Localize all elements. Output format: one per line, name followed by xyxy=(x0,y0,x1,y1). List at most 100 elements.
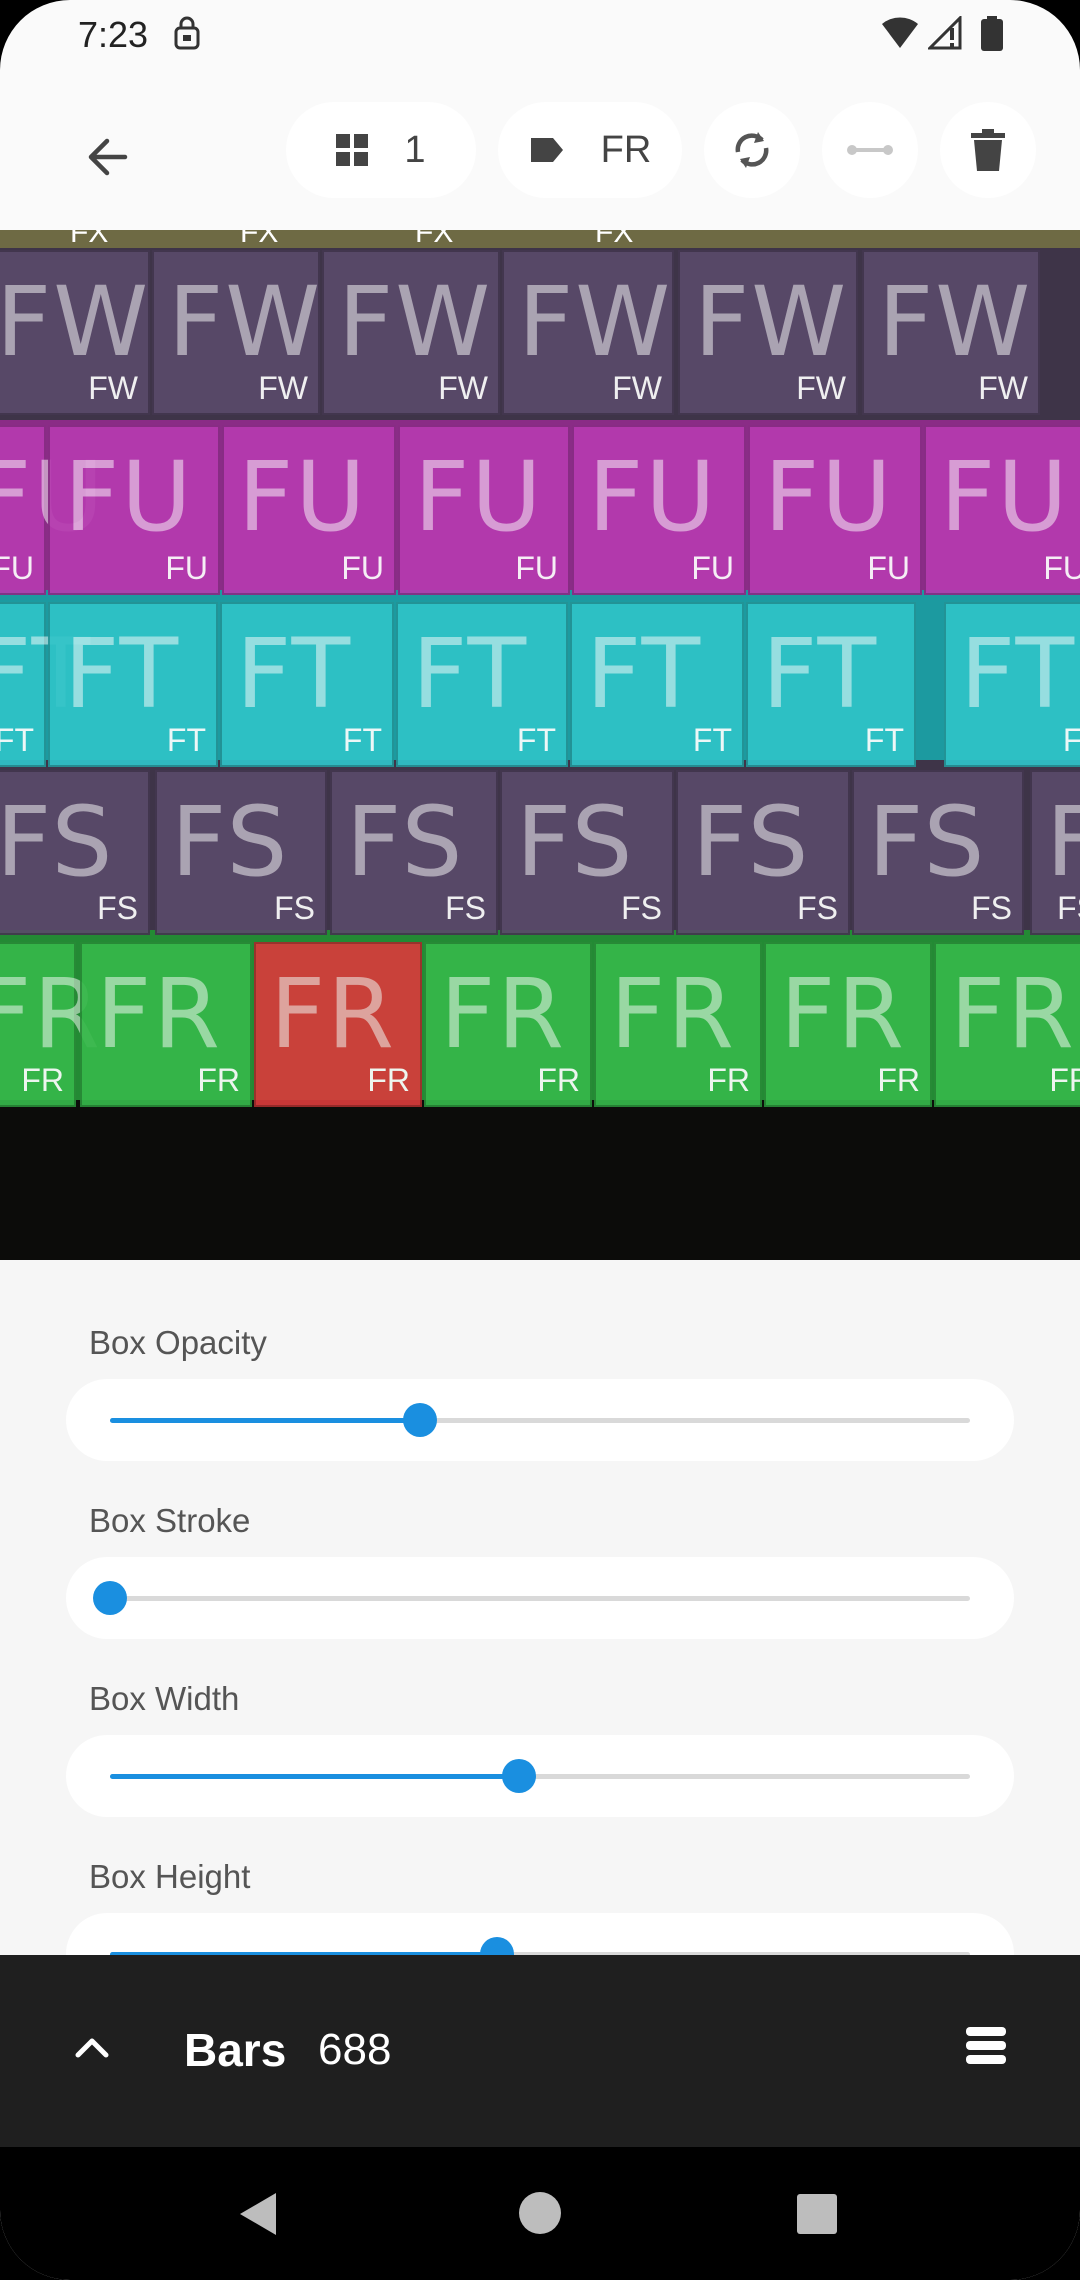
expand-button[interactable] xyxy=(70,2025,114,2069)
chalk-marking: FU xyxy=(588,441,718,553)
box-width-label: Box Width xyxy=(89,1680,240,1717)
back-button[interactable] xyxy=(72,122,142,192)
box-height-label: Box Height xyxy=(89,1858,251,1895)
detection-box[interactable]: FSFS xyxy=(852,770,1024,935)
bottom-sheet-bar: Bars 688 xyxy=(0,1955,1080,2147)
box-class-label: FT xyxy=(342,722,382,758)
delete-button[interactable] xyxy=(940,102,1036,198)
detection-box[interactable]: FSFS xyxy=(500,770,674,935)
detection-box[interactable]: FUFU xyxy=(398,425,570,595)
chalk-marking: FW xyxy=(694,266,849,378)
box-opacity-label: Box Opacity xyxy=(89,1324,267,1361)
tag-label: FR xyxy=(600,128,652,171)
detection-box[interactable]: FW FW xyxy=(678,250,858,415)
grid-count-button[interactable]: 1 xyxy=(286,102,476,198)
tag-label-button[interactable]: FR xyxy=(498,102,682,198)
detection-box[interactable]: FSFS xyxy=(676,770,850,935)
floor-shadow xyxy=(0,1100,1080,1260)
detection-box[interactable]: FRFR xyxy=(594,942,762,1107)
detection-box[interactable]: FTFT xyxy=(0,602,90,767)
chalk-marking: FR xyxy=(440,958,566,1070)
detection-box[interactable]: FTFT xyxy=(746,602,916,767)
chalk-marking: FS xyxy=(868,786,987,898)
detection-box[interactable]: FRFR xyxy=(934,942,1080,1107)
box-class-label: FS xyxy=(621,890,662,926)
nav-recents-button[interactable] xyxy=(796,2193,838,2240)
detection-box[interactable]: FUFU xyxy=(924,425,1080,595)
nav-home-button[interactable] xyxy=(518,2191,562,2240)
detection-box[interactable]: FW FW xyxy=(322,250,500,415)
chalk-marking: FR xyxy=(950,958,1076,1070)
slider-thumb[interactable] xyxy=(402,1403,437,1437)
refresh-button[interactable] xyxy=(704,102,800,198)
chalk-marking: FU xyxy=(238,441,368,553)
menu-button[interactable] xyxy=(966,2027,1010,2067)
detection-box[interactable]: FSFS xyxy=(1030,770,1080,935)
chalk-marking: FW xyxy=(168,266,323,378)
slider-thumb[interactable] xyxy=(501,1759,536,1793)
detection-box[interactable]: FTFT xyxy=(944,602,1080,767)
grid-count: 1 xyxy=(404,128,426,171)
detection-box[interactable]: FTFT xyxy=(570,602,744,767)
box-class-label: FT xyxy=(1062,722,1080,758)
system-nav-bar xyxy=(0,2147,1080,2280)
chalk-marking: FR xyxy=(96,958,222,1070)
detection-box[interactable]: FRFR xyxy=(0,942,100,1107)
chalk-marking: FR xyxy=(780,958,906,1070)
detection-box[interactable]: FTFT xyxy=(396,602,568,767)
square-recents-icon xyxy=(797,2194,837,2234)
detection-box[interactable]: FW FW xyxy=(152,250,320,415)
detection-box[interactable]: FSFS xyxy=(330,770,498,935)
settings-panel: Box Opacity Box Stroke Box Width Box Hei… xyxy=(0,1260,1080,1955)
row-fx-label: FX xyxy=(70,230,109,249)
chalk-marking: FS xyxy=(1046,786,1080,898)
chalk-marking: FT xyxy=(762,618,879,730)
box-class-label: FT xyxy=(692,722,732,758)
detection-box[interactable]: FRFR xyxy=(764,942,932,1107)
detection-box[interactable]: FUFU xyxy=(222,425,396,595)
chevron-up-icon xyxy=(75,2038,109,2058)
image-canvas[interactable]: FX FX FX FX FW FW FW FW FW FW FW FW FW FW FW FW FU FU… xyxy=(0,230,1080,1260)
detection-box[interactable]: FRFR xyxy=(424,942,592,1107)
box-class-label: FS xyxy=(97,890,138,926)
detection-box[interactable]: FW FW xyxy=(0,250,150,415)
detection-box[interactable]: FW FW xyxy=(862,250,1040,415)
slider-track xyxy=(110,1759,970,1793)
detection-box[interactable]: FSFS xyxy=(155,770,327,935)
detection-box[interactable]: FRFR xyxy=(80,942,252,1107)
box-class-label: FW xyxy=(978,370,1028,406)
box-class-label: FW xyxy=(258,370,308,406)
trash-icon xyxy=(971,129,1005,171)
detection-box[interactable]: FTFT xyxy=(220,602,394,767)
slider-thumb[interactable] xyxy=(93,1581,127,1615)
detection-box[interactable]: FRFR xyxy=(254,942,422,1107)
box-width-slider[interactable] xyxy=(66,1735,1014,1817)
detection-box[interactable]: FW FW xyxy=(502,250,674,415)
box-class-label: FR xyxy=(21,1062,64,1098)
status-time: 7:23 xyxy=(78,14,149,55)
box-stroke-slider[interactable] xyxy=(66,1557,1014,1639)
box-class-label: FR xyxy=(367,1062,410,1098)
chalk-marking: FT xyxy=(412,618,529,730)
detection-box[interactable]: FUFU xyxy=(748,425,922,595)
chalk-marking: FU xyxy=(414,441,544,553)
slider-thumb[interactable] xyxy=(480,1937,514,1955)
detection-box[interactable]: FSFS xyxy=(0,770,150,935)
battery-icon xyxy=(980,16,1004,57)
box-class-label: FS xyxy=(1057,890,1080,926)
top-toolbar: 1 FR xyxy=(0,70,1080,230)
link-button[interactable] xyxy=(822,102,918,198)
detection-box[interactable]: FUFU xyxy=(0,425,103,595)
triangle-back-icon xyxy=(240,2193,276,2235)
box-class-label: FU xyxy=(1043,550,1080,586)
box-height-slider[interactable] xyxy=(66,1913,1014,1955)
nav-back-button[interactable] xyxy=(236,2191,280,2242)
box-class-label: FR xyxy=(1049,1062,1080,1098)
chalk-marking: FU xyxy=(764,441,894,553)
detection-box[interactable]: FTFT xyxy=(48,602,218,767)
wifi-icon xyxy=(880,16,920,55)
detection-box[interactable]: FUFU xyxy=(48,425,220,595)
class-count: 688 xyxy=(318,2025,392,2074)
detection-box[interactable]: FUFU xyxy=(572,425,746,595)
box-opacity-slider[interactable] xyxy=(66,1379,1014,1461)
